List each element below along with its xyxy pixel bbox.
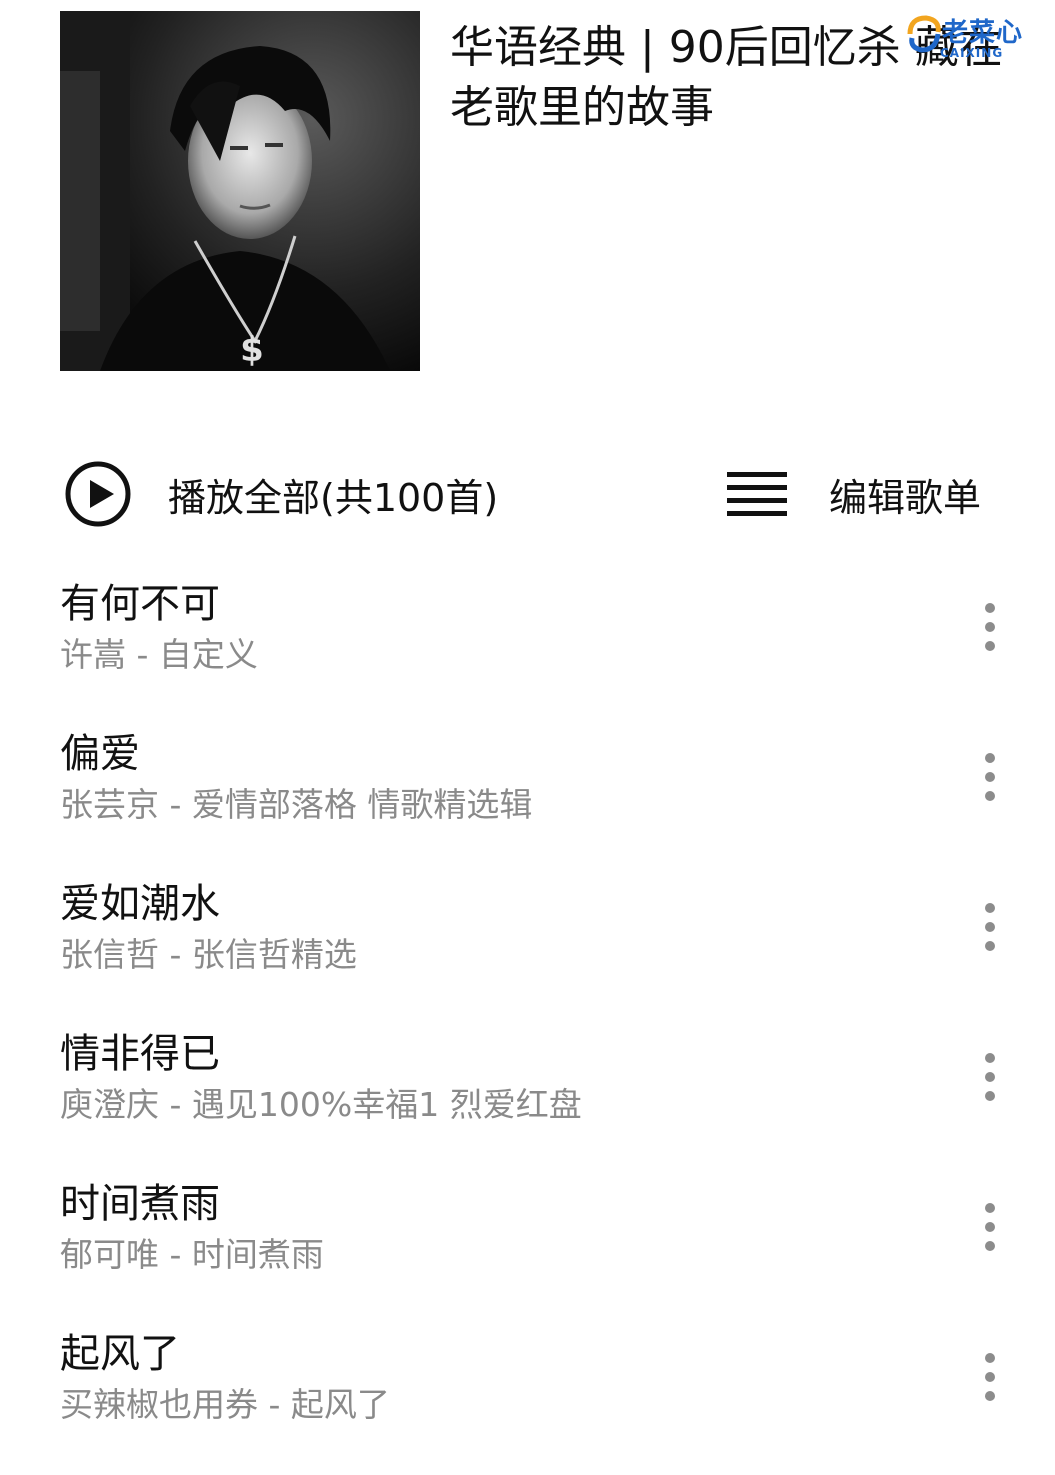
- play-all-label: 播放全部(共100首): [168, 475, 499, 520]
- edit-playlist-button[interactable]: 编辑歌单: [727, 459, 981, 529]
- song-title: 时间煮雨: [60, 1181, 220, 1227]
- play-circle-icon: [65, 461, 131, 527]
- song-title: 起风了: [60, 1331, 180, 1377]
- cover-artwork: $: [60, 11, 420, 371]
- more-options-icon[interactable]: [966, 1199, 1014, 1255]
- song-row[interactable]: 有何不可 许嵩 - 自定义: [0, 575, 1055, 725]
- song-row[interactable]: 时间煮雨 郁可唯 - 时间煮雨: [0, 1175, 1055, 1325]
- song-artist-album: 许嵩 - 自定义: [60, 635, 258, 674]
- more-options-icon[interactable]: [966, 1349, 1014, 1405]
- list-menu-icon: [727, 472, 787, 516]
- watermark-logo: 老菜心 CAIXING: [900, 8, 1050, 68]
- playlist-cover-image[interactable]: $: [60, 11, 420, 371]
- more-options-icon[interactable]: [966, 1049, 1014, 1105]
- svg-text:$: $: [240, 330, 264, 370]
- play-all-button[interactable]: 播放全部(共100首): [64, 459, 498, 529]
- more-options-icon[interactable]: [966, 599, 1014, 655]
- song-list: 有何不可 许嵩 - 自定义 偏爱 张芸京 - 爱情部落格 情歌精选辑 爱如潮水 …: [0, 575, 1055, 1475]
- song-artist-album: 庾澄庆 - 遇见100%幸福1 烈爱红盘: [60, 1085, 582, 1124]
- song-row[interactable]: 偏爱 张芸京 - 爱情部落格 情歌精选辑: [0, 725, 1055, 875]
- song-title: 情非得已: [60, 1031, 220, 1077]
- more-options-icon[interactable]: [966, 899, 1014, 955]
- watermark-brand-sub: CAIXING: [940, 46, 1004, 60]
- more-options-icon[interactable]: [966, 749, 1014, 805]
- song-title: 爱如潮水: [60, 881, 220, 927]
- song-artist-album: 买辣椒也用券 - 起风了: [60, 1385, 390, 1424]
- song-title: 有何不可: [60, 581, 220, 627]
- action-bar: 播放全部(共100首) 编辑歌单: [0, 455, 1055, 535]
- song-title: 偏爱: [60, 731, 140, 777]
- song-row[interactable]: 情非得已 庾澄庆 - 遇见100%幸福1 烈爱红盘: [0, 1025, 1055, 1175]
- song-row[interactable]: 爱如潮水 张信哲 - 张信哲精选: [0, 875, 1055, 1025]
- song-artist-album: 张芸京 - 爱情部落格 情歌精选辑: [60, 785, 533, 824]
- watermark-brand: 老菜心: [942, 18, 1024, 48]
- song-row[interactable]: 起风了 买辣椒也用券 - 起风了: [0, 1325, 1055, 1475]
- song-artist-album: 郁可唯 - 时间煮雨: [60, 1235, 324, 1274]
- edit-playlist-label: 编辑歌单: [829, 475, 982, 520]
- song-artist-album: 张信哲 - 张信哲精选: [60, 935, 357, 974]
